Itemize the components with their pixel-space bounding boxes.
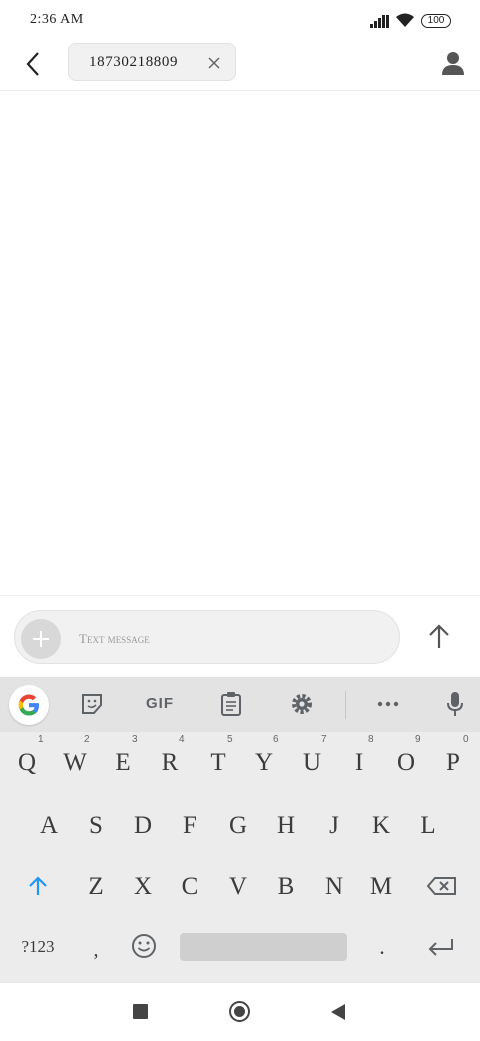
emoji-icon[interactable] [131,933,157,959]
key-l[interactable]: L [406,803,450,849]
comma-key[interactable]: , [76,927,116,973]
system-nav-bar [0,982,480,1041]
status-bar: 2:36 AM 100 [0,0,480,42]
key-j[interactable]: J [312,803,356,849]
key-k[interactable]: K [359,803,403,849]
space-bar[interactable] [180,933,347,961]
key-e[interactable]: E 3 [101,734,145,786]
key-hint: 3 [132,734,138,745]
recents-square-icon[interactable] [133,1004,148,1019]
key-hint: 7 [321,734,327,745]
battery-level: 100 [427,15,445,26]
back-arrow-icon[interactable] [22,50,46,78]
key-a[interactable]: A [27,803,71,849]
symbols-key[interactable]: ?123 [8,924,68,970]
toolbar-divider [345,691,346,719]
google-search-button[interactable] [9,685,49,725]
key-x[interactable]: X [121,864,165,910]
key-hint: 8 [368,734,374,745]
status-time: 2:36 AM [30,12,84,27]
remove-recipient-icon[interactable] [207,56,221,70]
key-u[interactable]: U 7 [290,734,334,786]
key-hint: 6 [273,734,279,745]
key-d[interactable]: D [121,803,165,849]
key-f[interactable]: F [168,803,212,849]
key-p[interactable]: P 0 [431,734,475,786]
key-q[interactable]: Q 1 [5,734,49,786]
recipient-number: 18730218809 [89,54,179,70]
settings-gear-icon[interactable] [289,691,315,717]
key-z[interactable]: Z [74,864,118,910]
key-hint: 4 [179,734,185,745]
key-s[interactable]: S [74,803,118,849]
recipient-chip[interactable]: 18730218809 [68,43,236,81]
attach-plus-icon[interactable] [21,619,61,659]
key-b[interactable]: B [264,864,308,910]
key-n[interactable]: N [312,864,356,910]
key-v[interactable]: V [216,864,260,910]
keyboard-toolbar: GIF [0,677,480,732]
key-h[interactable]: H [264,803,308,849]
signal-icon [370,15,389,28]
key-hint: 1 [38,734,44,745]
shift-arrow-icon[interactable] [27,875,49,897]
enter-icon[interactable] [427,937,455,957]
key-i[interactable]: I 8 [337,734,381,786]
contact-icon[interactable] [440,50,466,76]
key-w[interactable]: W 2 [53,734,97,786]
keyboard: GIF Q 1 W 2 E 3 R 4 T 5 Y 6 U 7 I 8 O 9 … [0,677,480,982]
google-icon [18,694,39,716]
key-hint: 9 [415,734,421,745]
key-y[interactable]: Y 6 [242,734,286,786]
key-r[interactable]: R 4 [148,734,192,786]
backspace-icon[interactable] [427,876,457,896]
key-hint: 2 [84,734,90,745]
home-circle-icon[interactable] [229,1001,250,1022]
key-o[interactable]: O 9 [384,734,428,786]
microphone-icon[interactable] [446,691,464,717]
message-placeholder: Text message [79,631,150,646]
gif-button[interactable]: GIF [146,695,174,712]
conversation-header: 18730218809 [0,42,480,91]
key-c[interactable]: C [168,864,212,910]
wifi-icon [396,13,414,27]
key-hint: 0 [463,734,469,745]
key-hint: 5 [227,734,233,745]
clipboard-icon[interactable] [220,691,242,717]
key-m[interactable]: M [359,864,403,910]
compose-bar: Text message [0,595,480,678]
key-g[interactable]: G [216,803,260,849]
period-key[interactable]: . [362,924,402,970]
sticker-icon[interactable] [80,691,104,717]
key-t[interactable]: T 5 [196,734,240,786]
send-arrow-icon[interactable] [424,622,454,652]
more-options-icon[interactable] [376,691,400,717]
back-triangle-icon[interactable] [330,1003,346,1021]
battery-icon: 100 [421,14,451,28]
message-input[interactable]: Text message [14,610,400,664]
